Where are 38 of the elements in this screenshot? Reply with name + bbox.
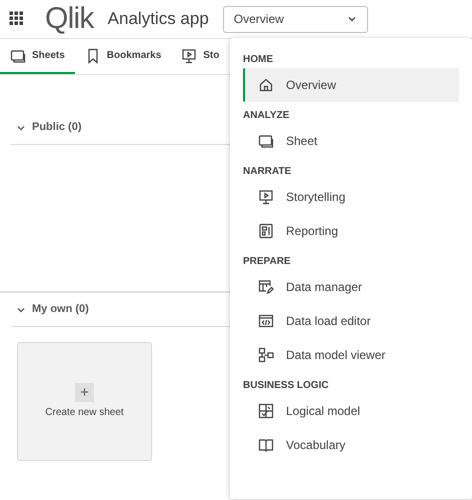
sheet-icon — [258, 133, 274, 149]
menu-section-header: HOME — [243, 52, 274, 66]
menu-item[interactable]: Data manager — [243, 270, 459, 304]
menu-item[interactable]: Sheet — [243, 124, 459, 158]
tab[interactable]: Bookmarks — [74, 39, 172, 74]
tab[interactable]: Sto — [171, 39, 230, 74]
menu-item[interactable]: Data model viewer — [243, 338, 459, 372]
chevron-down-icon — [346, 14, 357, 24]
menu-section-header: NARRATE — [243, 164, 292, 178]
presentation-icon — [258, 189, 274, 205]
presentation-icon — [181, 48, 198, 64]
app-grid-icon[interactable] — [9, 11, 25, 27]
tab[interactable]: Sheets — [0, 39, 75, 74]
menu-section-header: ANALYZE — [243, 108, 290, 122]
menu-section-header: PREPARE — [243, 254, 292, 268]
table-edit-icon — [258, 279, 274, 295]
book-icon — [258, 437, 274, 453]
menu-item[interactable]: Reporting — [243, 214, 459, 248]
home-icon — [258, 77, 274, 93]
section-title: My own (0) — [32, 302, 89, 318]
menu-item[interactable]: Storytelling — [243, 180, 459, 214]
sheet-icon — [10, 48, 26, 64]
create-sheet-label: Create new sheet — [45, 406, 124, 420]
app-title: Analytics app — [108, 8, 209, 30]
menu-item[interactable]: Vocabulary — [243, 428, 459, 462]
menu-item[interactable]: Logical model — [243, 394, 459, 428]
create-sheet-card[interactable]: + Create new sheet — [17, 342, 152, 461]
plus-icon: + — [75, 383, 94, 402]
report-icon — [258, 223, 274, 239]
logo: Qlik — [45, 4, 94, 34]
menu-item[interactable]: Data load editor — [243, 304, 459, 338]
menu-section-header: BUSINESS LOGIC — [243, 378, 330, 392]
logic-grid-icon — [258, 403, 274, 419]
code-window-icon — [258, 313, 274, 329]
view-select[interactable]: Overview — [222, 6, 368, 32]
data-model-icon — [258, 347, 274, 363]
menu-item[interactable]: Overview — [243, 68, 459, 102]
section-title: Public (0) — [32, 120, 82, 136]
